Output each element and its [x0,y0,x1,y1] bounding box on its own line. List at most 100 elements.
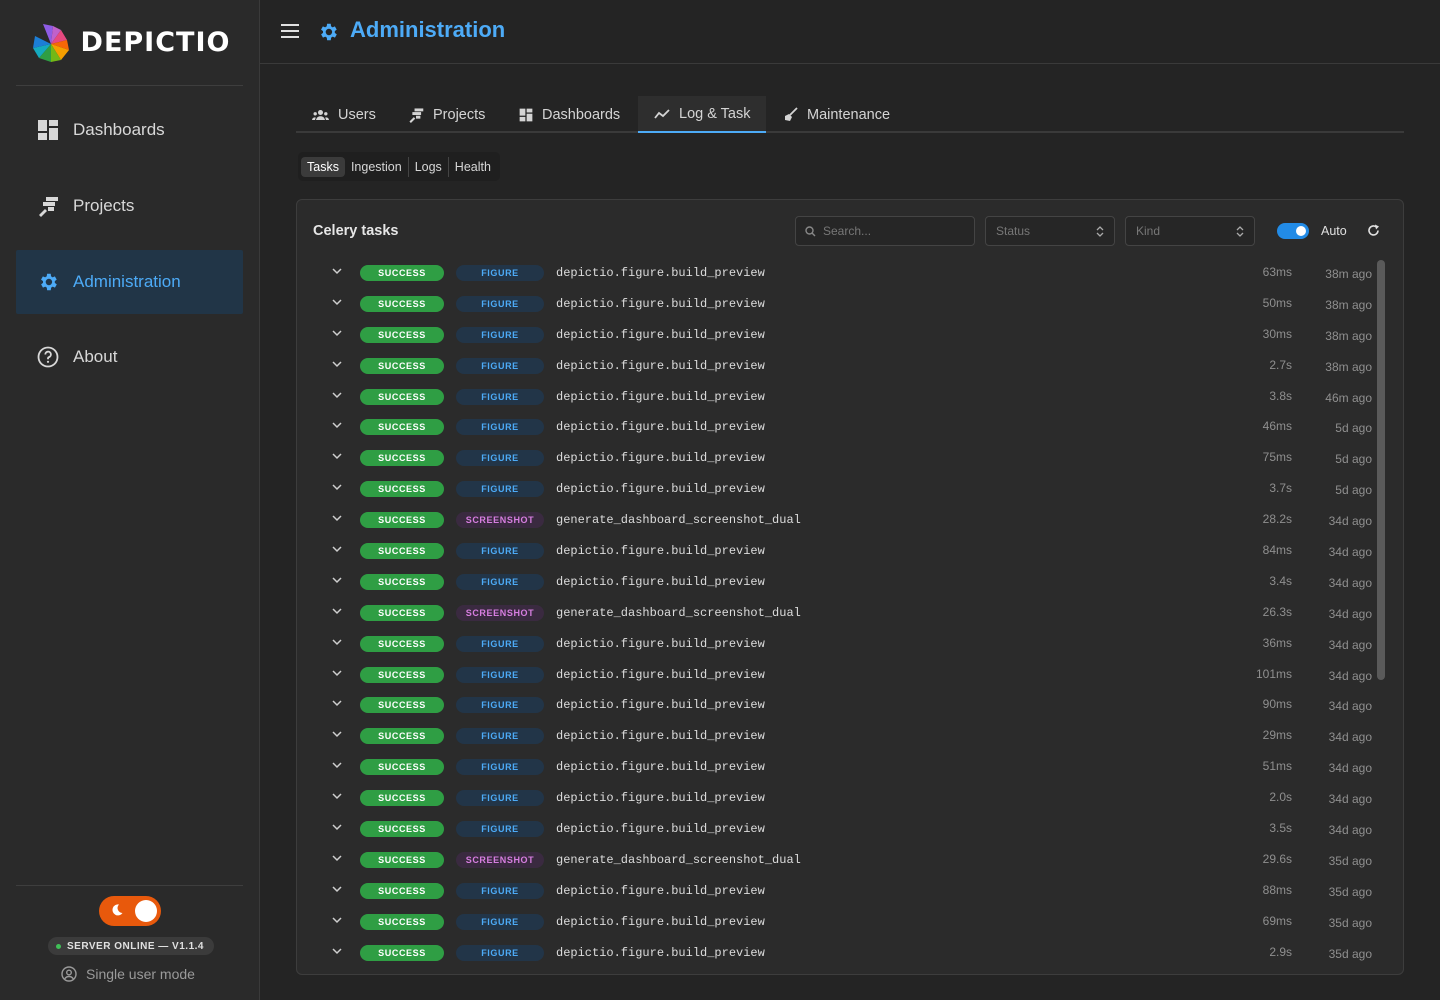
task-row[interactable]: SUCCESS FIGURE depictio.figure.build_previ… [297,753,1377,784]
scrollbar[interactable] [1377,260,1385,680]
task-duration: 29ms [1262,728,1292,743]
dashboard-icon [38,120,58,140]
task-duration: 36ms [1262,635,1292,650]
task-row[interactable]: SUCCESS FIGURE depictio.figure.build_previ… [297,444,1377,475]
help-circle-icon [37,346,59,368]
search-box[interactable] [795,216,975,246]
task-row[interactable]: SUCCESS FIGURE depictio.figure.build_previ… [297,877,1377,908]
status-badge: SUCCESS [360,295,444,312]
tab-users[interactable]: Users [296,96,392,133]
theme-toggle[interactable] [99,896,161,926]
subtabs: Tasks Ingestion Logs Health [298,152,500,181]
task-time-ago: 34d ago [1328,575,1372,590]
task-duration: 3.4s [1269,573,1292,588]
sidebar-item-administration[interactable]: Administration [16,250,243,314]
task-row[interactable]: SUCCESS FIGURE depictio.figure.build_previ… [297,630,1377,661]
chevron-down-icon[interactable] [332,361,342,368]
chevron-down-icon[interactable] [332,855,342,862]
refresh-icon[interactable] [1367,224,1380,237]
chevron-down-icon[interactable] [332,577,342,584]
task-name: depictio.figure.build_preview [556,389,765,404]
chevron-down-icon[interactable] [332,484,342,491]
task-time-ago: 38m ago [1325,267,1372,281]
task-row[interactable]: SUCCESS FIGURE depictio.figure.build_previ… [297,815,1377,846]
tab-dashboards[interactable]: Dashboards [503,96,636,133]
task-time-ago: 34d ago [1328,761,1372,776]
chevron-down-icon[interactable] [332,515,342,522]
chevron-down-icon[interactable] [332,700,342,707]
task-row[interactable]: SUCCESS FIGURE depictio.figure.build_previ… [297,784,1377,815]
kind-select[interactable]: Kind [1125,216,1255,246]
subtab-logs[interactable]: Logs [409,156,449,177]
selector-icon [1236,225,1244,237]
toggle-knob [1296,226,1306,236]
chevron-down-icon[interactable] [332,886,342,893]
task-row[interactable]: SUCCESS FIGURE depictio.figure.build_previ… [297,568,1377,599]
search-input[interactable] [823,224,963,238]
chevron-down-icon[interactable] [332,268,342,275]
task-row[interactable]: SUCCESS FIGURE depictio.figure.build_previ… [297,321,1377,352]
chevron-down-icon[interactable] [332,299,342,306]
task-row[interactable]: SUCCESS SCREENSHOT generate_dashboard_scre… [297,506,1377,537]
auto-refresh-toggle[interactable] [1277,223,1309,239]
tab-log-task[interactable]: Log & Task [638,96,767,133]
task-row[interactable]: SUCCESS FIGURE depictio.figure.build_previ… [297,537,1377,568]
task-time-ago: 5d ago [1335,483,1372,498]
task-row[interactable]: SUCCESS FIGURE depictio.figure.build_previ… [297,383,1377,414]
chevron-down-icon[interactable] [332,917,342,924]
task-name: depictio.figure.build_preview [556,883,765,898]
status-badge: SUCCESS [360,790,444,807]
sidebar-item-about[interactable]: About [16,325,243,389]
task-row[interactable]: SUCCESS FIGURE depictio.figure.build_previ… [297,722,1377,753]
chevron-down-icon[interactable] [332,639,342,646]
task-row[interactable]: SUCCESS SCREENSHOT generate_dashboard_scre… [297,846,1377,877]
chevron-down-icon[interactable] [332,453,342,460]
kind-badge: FIGURE [456,666,544,683]
kind-badge: FIGURE [456,481,544,498]
task-time-ago: 35d ago [1328,946,1372,961]
task-duration: 63ms [1262,265,1292,279]
subtab-tasks[interactable]: Tasks [301,156,345,177]
chevron-down-icon[interactable] [332,731,342,738]
task-row[interactable]: SUCCESS FIGURE depictio.figure.build_previ… [297,259,1377,290]
chevron-down-icon[interactable] [332,422,342,429]
task-row[interactable]: SUCCESS SCREENSHOT generate_dashboard_scre… [297,599,1377,630]
projects-icon [409,107,424,123]
task-row[interactable]: SUCCESS FIGURE depictio.figure.build_previ… [297,290,1377,321]
subtab-health[interactable]: Health [449,157,497,177]
task-row[interactable]: SUCCESS FIGURE depictio.figure.build_previ… [297,661,1377,692]
task-row[interactable]: SUCCESS FIGURE depictio.figure.build_previ… [297,352,1377,383]
sidebar-item-dashboards[interactable]: Dashboards [16,98,243,162]
chevron-down-icon[interactable] [332,546,342,553]
task-time-ago: 34d ago [1328,699,1372,714]
task-row[interactable]: SUCCESS FIGURE depictio.figure.build_previ… [297,908,1377,939]
task-row[interactable]: SUCCESS FIGURE depictio.figure.build_previ… [297,939,1377,970]
tab-projects[interactable]: Projects [392,96,501,133]
chevron-down-icon[interactable] [332,608,342,615]
task-row[interactable]: SUCCESS FIGURE depictio.figure.build_previ… [297,691,1377,722]
task-time-ago: 34d ago [1328,730,1372,745]
task-row[interactable]: SUCCESS FIGURE depictio.figure.build_previ… [297,475,1377,506]
logo[interactable]: DEPICTIO [16,0,243,86]
sidebar-item-projects[interactable]: Projects [16,174,243,238]
menu-icon[interactable] [281,23,299,39]
subtab-ingestion[interactable]: Ingestion [345,156,409,177]
status-select[interactable]: Status [985,216,1115,246]
chevron-down-icon[interactable] [332,392,342,399]
page-title: Administration [350,17,506,42]
users-icon [312,109,329,120]
tab-maintenance[interactable]: Maintenance [767,96,906,133]
broom-icon [785,107,798,121]
task-duration: 2.7s [1269,357,1292,372]
chevron-down-icon[interactable] [332,330,342,337]
chevron-down-icon[interactable] [332,670,342,677]
kind-badge: SCREENSHOT [456,604,544,621]
task-name: depictio.figure.build_preview [556,574,765,589]
chevron-down-icon[interactable] [332,793,342,800]
task-list: SUCCESS FIGURE depictio.figure.build_previ… [297,259,1377,969]
task-row[interactable]: SUCCESS FIGURE depictio.figure.build_previ… [297,413,1377,444]
chevron-down-icon[interactable] [332,824,342,831]
chevron-down-icon[interactable] [332,948,342,955]
task-name: depictio.figure.build_preview [556,945,765,960]
chevron-down-icon[interactable] [332,762,342,769]
